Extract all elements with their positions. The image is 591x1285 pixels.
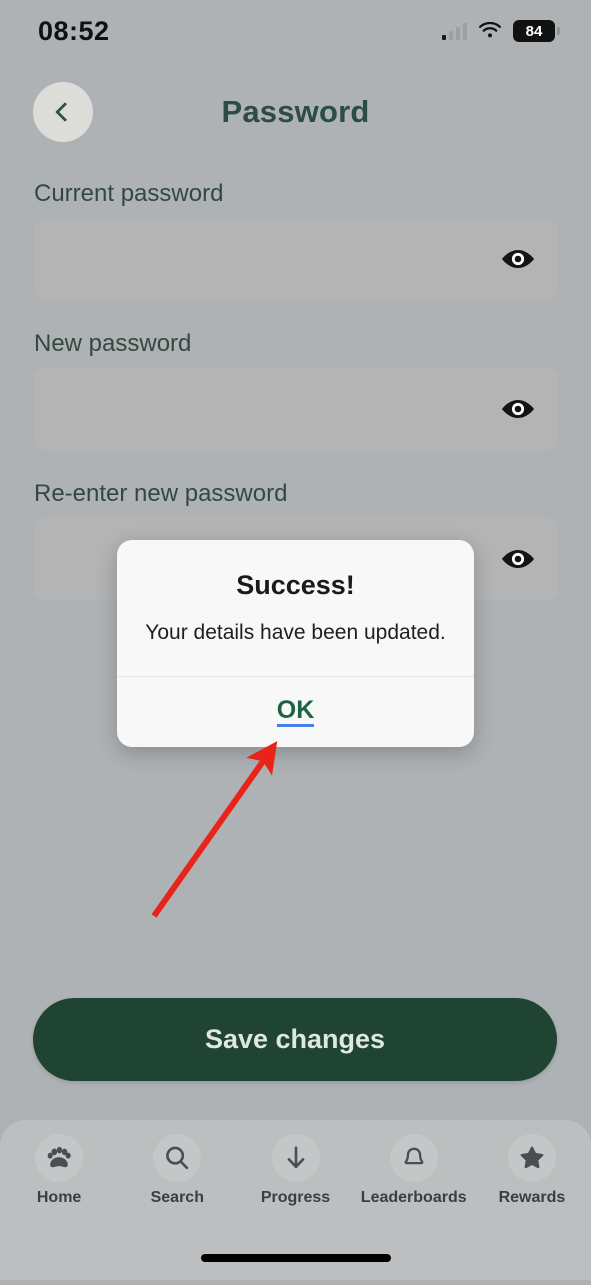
nav-item-progress[interactable]: Progress [236,1134,354,1228]
paw-icon [35,1134,84,1182]
arrow-down-icon [271,1134,320,1182]
page-header: Password [0,82,591,142]
success-dialog: Success! Your details have been updated.… [117,540,474,748]
reenter-password-label: Re-enter new password [34,480,288,507]
new-password-field[interactable] [33,368,558,450]
status-bar-indicators: 84 [441,20,560,42]
dialog-ok-button[interactable]: OK [276,697,315,728]
star-icon [507,1134,556,1182]
phone-screen: 08:52 84 Password Current password New p… [0,0,591,1280]
wifi-icon [478,21,502,40]
bell-icon [389,1134,438,1182]
status-bar-time: 08:52 [38,15,110,46]
nav-item-rewards[interactable]: Rewards [473,1134,591,1228]
cellular-signal-icon [441,22,467,40]
reenter-password-eye-icon[interactable] [500,545,536,573]
nav-item-home[interactable]: Home [0,1134,118,1228]
current-password-input[interactable] [33,218,558,300]
nav-label-leaderboards: Leaderboards [360,1189,467,1206]
new-password-eye-icon[interactable] [500,395,536,423]
nav-item-search[interactable]: Search [118,1134,236,1228]
new-password-input[interactable] [33,368,558,450]
nav-item-leaderboards[interactable]: Leaderboards [355,1134,473,1228]
home-indicator [200,1254,391,1262]
bottom-navigation: Home Search Progress Leaderboards Reward… [0,1120,591,1280]
new-password-label: New password [34,330,192,357]
search-icon [153,1134,202,1182]
dialog-actions: OK [117,677,474,747]
current-password-field[interactable] [33,218,558,300]
nav-label-rewards: Rewards [498,1189,566,1206]
page-title: Password [221,94,370,129]
battery-icon: 84 [513,20,560,42]
battery-level-label: 84 [525,22,543,40]
nav-label-progress: Progress [260,1189,331,1206]
nav-label-home: Home [36,1189,82,1206]
status-bar: 08:52 84 [0,0,591,62]
dialog-message: Your details have been updated. [145,621,446,644]
save-changes-button[interactable]: Save changes [33,998,557,1081]
nav-label-search: Search [150,1189,204,1206]
dialog-title: Success! [236,570,355,600]
dialog-body: Success! Your details have been updated. [117,540,474,676]
current-password-label: Current password [34,180,224,207]
current-password-eye-icon[interactable] [500,245,536,273]
